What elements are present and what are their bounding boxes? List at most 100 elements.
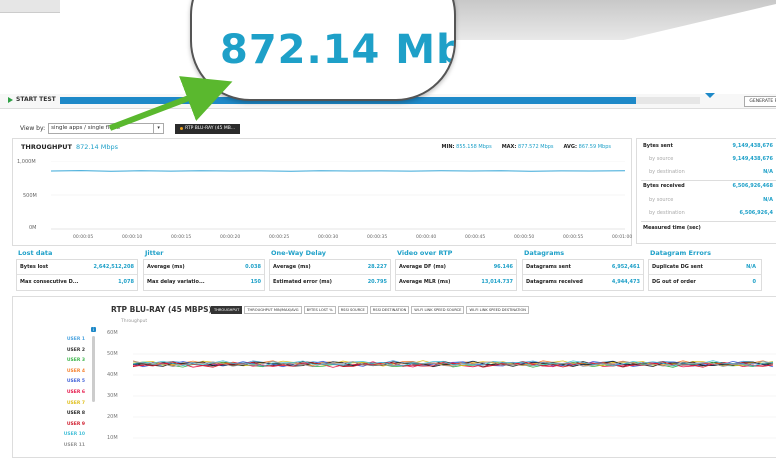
metric-row: Max consecutive D... 1,078 <box>20 279 134 285</box>
metric-label: Duplicate DG sent <box>652 264 703 270</box>
user-list-scrollbar[interactable] <box>92 336 95 402</box>
start-test-button[interactable]: START TEST <box>8 96 56 103</box>
user-legend-item[interactable]: USER 5 <box>53 379 85 390</box>
metric-box: Datagrams sent 6,952,461 Datagrams receive… <box>522 259 644 291</box>
metric-row: Average MLR (ms) 13,014.737 <box>399 279 513 285</box>
min-label: MIN: <box>441 144 455 150</box>
metric-row: Average (ms) 0.038 <box>147 264 261 270</box>
divider <box>17 274 137 275</box>
user-legend-item[interactable]: USER 1 <box>53 337 85 348</box>
metric-value: N/A <box>746 264 756 270</box>
info-icon[interactable]: i <box>91 327 96 332</box>
throughput-title-text: THROUGHPUT <box>21 143 72 151</box>
stat-value: 9,149,438,676 <box>732 143 774 149</box>
x-tick: 00:00:45 <box>465 235 486 240</box>
stat-value: 9,149,438,676 <box>732 156 774 162</box>
view-by-value: single apps / single flows <box>51 125 120 131</box>
divider <box>641 221 776 222</box>
metric-row: Datagrams received 4,944,473 <box>526 279 640 285</box>
user-legend-item[interactable]: USER 11 <box>53 443 85 454</box>
throughput-title: THROUGHPUT 872.14 Mbps <box>21 143 118 151</box>
user-legend-item[interactable]: USER 6 <box>53 390 85 401</box>
metric-value: 0.038 <box>245 264 261 270</box>
throughput-current: 872.14 Mbps <box>75 143 118 151</box>
stream-title: RTP BLU-RAY (45 MBPS)... <box>111 305 221 314</box>
x-tick: 00:00:25 <box>269 235 290 240</box>
divider <box>396 274 516 275</box>
view-by-select[interactable]: single apps / single flows ▾ <box>48 123 165 134</box>
tab-rssi-source[interactable]: RSSI SOURCE <box>337 306 368 314</box>
y-tick: 60M <box>107 330 118 336</box>
stat-label: by destination <box>649 210 685 216</box>
max-label: MAX: <box>501 144 517 150</box>
metric-title: Jitter <box>145 249 164 257</box>
metric-label: Average (ms) <box>273 264 311 270</box>
stat-row: by destination 6,506,926,4 <box>643 210 773 216</box>
x-tick: 00:00:05 <box>73 235 94 240</box>
user-legend-item[interactable]: USER 10 <box>53 432 85 443</box>
chart-tabs: THROUGHPUT THROUGHPUT MIN/MAX/AVG BYTES LO… <box>211 306 529 314</box>
user-legend-item[interactable]: USER 4 <box>53 369 85 380</box>
stream-filter-button[interactable]: RTP BLU-RAY (45 MB... <box>175 123 241 134</box>
divider <box>270 274 390 275</box>
window-tab-edge <box>0 0 60 13</box>
metric-row: DG out of order 0 <box>652 279 756 285</box>
generate-report-button[interactable]: GENERATE RE <box>744 96 776 107</box>
magnified-throughput-value: 872.14 Mbps <box>220 27 454 73</box>
metric-row: Bytes lost 2,642,512,208 <box>20 264 134 270</box>
max-value: 877.572 Mbps <box>517 144 554 150</box>
y-tick: 500M <box>23 193 37 199</box>
stat-row: by source 9,149,438,676 <box>643 156 773 162</box>
x-tick: 00:00:35 <box>367 235 388 240</box>
throughput-chart <box>51 161 625 230</box>
metric-row: Duplicate DG sent N/A <box>652 264 756 270</box>
metric-value: 4,944,473 <box>611 279 640 285</box>
throughput-stats: MIN: 855.158 Mbps MAX: 877.572 Mbps AVG:… <box>442 144 611 150</box>
y-tick: 30M <box>107 393 118 399</box>
user-legend-item[interactable]: USER 9 <box>53 422 85 433</box>
metric-label: Max consecutive D... <box>20 279 79 285</box>
y-tick: 20M <box>107 414 118 420</box>
per-user-chart <box>133 353 776 439</box>
x-tick: 00:00:15 <box>171 235 192 240</box>
view-by-row: View by: single apps / single flows ▾ RT… <box>20 123 241 134</box>
user-legend: USER 1 USER 2 USER 3 USER 4 USER 5 USER 6 USER… <box>53 337 85 454</box>
metric-row: Max delay variatio... 150 <box>147 279 261 285</box>
avg-value: 867.59 Mbps <box>578 144 611 150</box>
x-tick: 00:01:00 <box>612 235 633 240</box>
x-tick: 00:00:40 <box>416 235 437 240</box>
metric-box: Average DF (ms) 96.146 Average MLR (ms) 13,… <box>395 259 517 291</box>
y-tick: 0M <box>29 225 37 231</box>
tab-rssi-destination[interactable]: RSSI DESTINATION <box>369 306 410 314</box>
tab-wi-fi-link-speed-source[interactable]: WI-FI LINK SPEED SOURCE <box>411 306 465 314</box>
metric-title: Video over RTP <box>397 249 453 257</box>
stat-value: 6,506,926,4 <box>739 210 773 216</box>
metric-value: 13,014.737 <box>481 279 513 285</box>
metric-value: 6,952,461 <box>611 264 640 270</box>
stat-label: by destination <box>649 169 685 175</box>
avg-label: AVG: <box>563 144 578 150</box>
metric-label: Average (ms) <box>147 264 185 270</box>
user-legend-item[interactable]: USER 2 <box>53 348 85 359</box>
stat-label: by source <box>649 156 674 162</box>
stat-label: by source <box>649 197 674 203</box>
chart-subtitle: Throughput <box>121 319 148 324</box>
metric-label: Average MLR (ms) <box>399 279 451 285</box>
stat-row: by destination N/A <box>643 169 773 175</box>
min-value: 855.158 Mbps <box>456 144 492 150</box>
metric-label: Max delay variatio... <box>147 279 205 285</box>
tab-bytes-lost-[interactable]: BYTES LOST % <box>303 306 336 314</box>
user-legend-item[interactable]: USER 8 <box>53 411 85 422</box>
tab-throughput-min-max-avg[interactable]: THROUGHPUT MIN/MAX/AVG <box>244 306 302 314</box>
tab-wi-fi-link-speed-destination[interactable]: WI-FI LINK SPEED DESTINATION <box>466 306 529 314</box>
stat-value: N/A <box>763 169 773 175</box>
tab-throughput[interactable]: THROUGHPUT <box>211 306 243 314</box>
stat-label: Bytes sent <box>643 143 673 149</box>
magnifier-callout: 872.14 Mbps <box>190 0 456 101</box>
metric-label: Datagrams sent <box>526 264 571 270</box>
user-legend-item[interactable]: USER 3 <box>53 358 85 369</box>
play-icon <box>8 96 13 103</box>
metric-label: Estimated error (ms) <box>273 279 332 285</box>
divider <box>523 274 643 275</box>
user-legend-item[interactable]: USER 7 <box>53 401 85 412</box>
